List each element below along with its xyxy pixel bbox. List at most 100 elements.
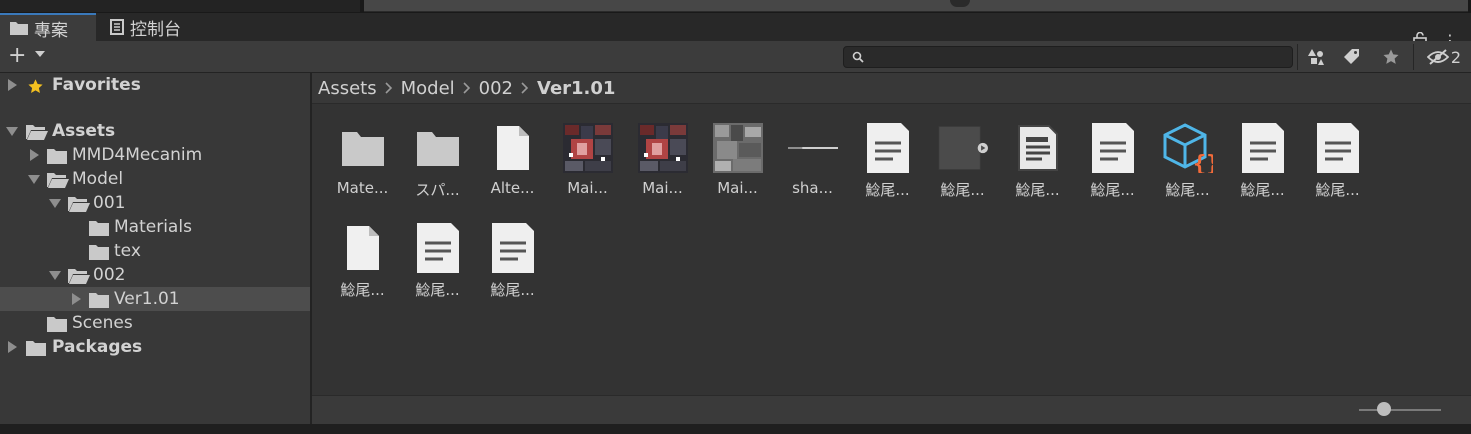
breadcrumb-item[interactable]: 002 — [479, 78, 513, 99]
texture-gray-icon — [713, 123, 763, 173]
asset-item[interactable]: Mai... — [550, 105, 625, 205]
tree-item-assets[interactable]: Assets — [0, 119, 310, 143]
tree-item-mmd4mecanim[interactable]: MMD4Mecanim — [0, 143, 310, 167]
tree-item-002[interactable]: 002 — [0, 263, 310, 287]
tab-project-label: 專案 — [34, 20, 68, 41]
asset-item[interactable]: sha... — [775, 105, 850, 205]
eye-slash-icon — [1426, 49, 1449, 65]
hidden-packages-count: 2 — [1450, 47, 1462, 67]
expand-arrow-icon[interactable] — [72, 293, 81, 305]
asset-name: 鯰尾... — [490, 281, 535, 299]
tree-label: Packages — [52, 337, 143, 357]
asset-item[interactable]: Mai... — [625, 105, 700, 205]
tree-item-materials[interactable]: Materials — [0, 215, 310, 239]
tree-item-packages[interactable]: Packages — [0, 335, 310, 359]
asset-item[interactable]: 鯰尾... — [400, 205, 475, 305]
tab-console[interactable]: 控制台 — [98, 13, 208, 41]
expand-arrow-icon[interactable] — [8, 341, 17, 353]
add-asset-button[interactable]: + — [8, 45, 26, 67]
asset-item[interactable]: 鯰尾... — [925, 105, 1000, 205]
collapse-arrow-icon[interactable] — [6, 127, 18, 136]
breadcrumb-item[interactable]: Ver1.01 — [537, 78, 615, 99]
tree-item-001[interactable]: 001 — [0, 191, 310, 215]
asset-grid: Mate... スパ... Alte... Mai... Mai... Mai... sha… — [312, 105, 1471, 395]
asset-item[interactable]: 鯰尾... — [1000, 105, 1075, 205]
toolbar-separator — [1297, 44, 1298, 70]
tree-label: 001 — [93, 193, 126, 213]
expand-arrow-icon[interactable] — [30, 149, 39, 161]
asset-name: 鯰尾... — [1315, 181, 1360, 199]
tree-item-ver101[interactable]: Ver1.01 — [0, 287, 310, 311]
breadcrumb: Assets Model 002 Ver1.01 — [312, 73, 1471, 104]
asset-name: Mai... — [642, 179, 683, 197]
asset-name: Alte... — [490, 179, 535, 197]
text-file-icon — [863, 123, 913, 173]
zoom-slider-track[interactable] — [1359, 409, 1441, 411]
folder-open-icon — [26, 125, 48, 140]
status-bar — [312, 395, 1471, 424]
collapse-arrow-icon[interactable] — [49, 271, 61, 280]
asset-name: 鯰尾... — [865, 181, 910, 199]
asset-item[interactable]: 鯰尾... — [850, 105, 925, 205]
asset-item[interactable]: スパ... — [400, 105, 475, 205]
chevron-right-icon — [385, 82, 393, 94]
asset-item[interactable]: Alte... — [475, 105, 550, 205]
asset-name: 鯰尾... — [340, 281, 385, 299]
json-icon: {} — [1163, 123, 1213, 173]
asset-item[interactable]: Mate... — [325, 105, 400, 205]
folder-icon — [338, 123, 388, 173]
folder-tree: Favorites Assets MMD4Mecanim Model 001 M… — [0, 73, 310, 424]
search-by-type-button[interactable] — [1302, 43, 1330, 71]
asset-item[interactable]: 鯰尾... — [325, 205, 400, 305]
text-file-icon — [1238, 123, 1288, 173]
tag-icon — [1344, 49, 1359, 64]
tree-item-favorites[interactable]: Favorites — [0, 73, 310, 97]
asset-item[interactable]: 鯰尾... — [1225, 105, 1300, 205]
asset-name: 鯰尾... — [1165, 181, 1210, 199]
tree-label: MMD4Mecanim — [72, 145, 203, 165]
search-input[interactable] — [843, 46, 1293, 68]
folder-icon — [10, 22, 28, 35]
collapse-arrow-icon[interactable] — [28, 175, 40, 184]
tree-label: Scenes — [72, 313, 133, 333]
asset-name: 鯰尾... — [940, 181, 985, 199]
asset-item[interactable]: 鯰尾... — [475, 205, 550, 305]
star-icon — [28, 79, 43, 93]
texture-color-icon — [563, 123, 613, 173]
shader-line-icon — [788, 123, 838, 173]
favorite-search-button[interactable] — [1377, 43, 1405, 71]
breadcrumb-item[interactable]: Model — [401, 78, 455, 99]
console-icon — [110, 19, 124, 35]
text-file-icon — [1313, 123, 1363, 173]
folder-icon — [47, 317, 67, 332]
chevron-down-icon[interactable] — [35, 51, 45, 57]
tab-console-label: 控制台 — [130, 19, 181, 40]
tree-label: tex — [114, 241, 141, 261]
zoom-slider-handle[interactable] — [1376, 402, 1391, 416]
folder-icon — [89, 221, 109, 236]
asset-item[interactable]: 鯰尾... — [1075, 105, 1150, 205]
asset-name: 鯰尾... — [1240, 181, 1285, 199]
tree-item-tex[interactable]: tex — [0, 239, 310, 263]
asset-name: 鯰尾... — [1090, 181, 1135, 199]
tree-item-model[interactable]: Model — [0, 167, 310, 191]
expand-arrow-icon[interactable] — [8, 79, 17, 91]
breadcrumb-item[interactable]: Assets — [318, 78, 377, 99]
hidden-packages-toggle[interactable]: 2 — [1420, 43, 1468, 71]
collapse-arrow-icon[interactable] — [49, 199, 61, 208]
tree-item-scenes[interactable]: Scenes — [0, 311, 310, 335]
folder-icon — [47, 149, 67, 164]
top-strip-left — [0, 0, 360, 12]
asset-item[interactable]: Mai... — [700, 105, 775, 205]
folder-icon — [413, 123, 463, 173]
search-by-label-button[interactable] — [1338, 43, 1366, 71]
text-file-icon — [1088, 123, 1138, 173]
toolbar-separator — [1413, 44, 1414, 70]
chevron-right-icon — [521, 82, 529, 94]
asset-item[interactable]: 鯰尾... — [1300, 105, 1375, 205]
tree-label: Ver1.01 — [114, 289, 180, 309]
tree-label: Model — [72, 169, 124, 189]
asset-item[interactable]: {} 鯰尾... — [1150, 105, 1225, 205]
asset-name: Mai... — [567, 179, 608, 197]
tab-project[interactable]: 專案 — [0, 13, 96, 41]
